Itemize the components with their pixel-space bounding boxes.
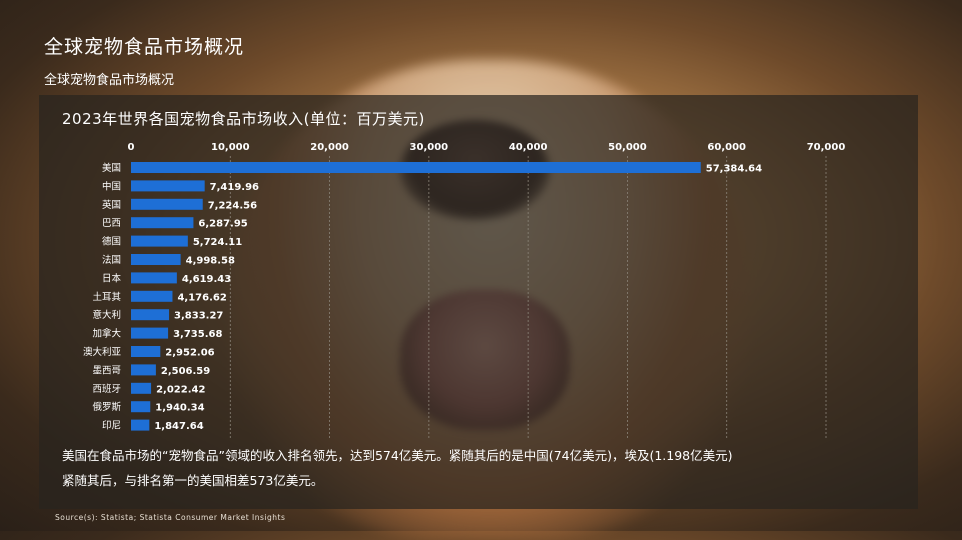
data-label: 7,224.56 bbox=[208, 200, 257, 211]
bar bbox=[131, 217, 194, 229]
bar bbox=[131, 162, 701, 173]
bar bbox=[131, 235, 188, 247]
category-label: 意大利 bbox=[92, 309, 121, 321]
description-line-2: 紧随其后，与排名第一的美国相差573亿美元。 bbox=[62, 473, 324, 488]
x-tick-label: 60,000 bbox=[707, 142, 746, 153]
category-label: 日本 bbox=[102, 272, 122, 284]
bar bbox=[131, 180, 205, 192]
category-label: 土耳其 bbox=[92, 291, 121, 303]
description-line-1: 美国在食品市场的“宠物食品”领域的收入排名领先，达到574亿美元。紧随其后的是中… bbox=[62, 448, 733, 463]
category-label: 英国 bbox=[102, 199, 121, 211]
x-tick-label: 50,000 bbox=[608, 142, 647, 153]
source-note: Source(s): Statista; Statista Consumer M… bbox=[55, 513, 286, 522]
category-label: 巴西 bbox=[102, 218, 121, 229]
x-tick-label: 10,000 bbox=[211, 142, 250, 153]
data-label: 3,735.68 bbox=[173, 329, 222, 340]
category-label: 西班牙 bbox=[92, 383, 121, 395]
bar bbox=[131, 382, 152, 394]
category-label: 印尼 bbox=[102, 420, 121, 432]
data-label: 1,940.34 bbox=[155, 403, 204, 414]
category-label: 澳大利亚 bbox=[83, 346, 122, 358]
bar bbox=[131, 327, 169, 339]
data-label: 6,287.95 bbox=[198, 219, 247, 230]
bar bbox=[131, 401, 151, 413]
data-label: 5,724.11 bbox=[193, 237, 242, 248]
category-label: 加拿大 bbox=[92, 328, 121, 340]
data-label: 1,847.64 bbox=[154, 421, 203, 432]
data-label: 2,506.59 bbox=[161, 366, 210, 377]
bar bbox=[131, 364, 156, 376]
bar bbox=[131, 419, 150, 431]
category-label: 俄罗斯 bbox=[92, 401, 121, 413]
bar bbox=[131, 309, 170, 321]
bar bbox=[131, 254, 181, 265]
data-label: 2,022.42 bbox=[156, 384, 205, 395]
category-label: 中国 bbox=[102, 180, 121, 192]
x-tick-label: 30,000 bbox=[410, 142, 449, 153]
bar bbox=[131, 198, 203, 210]
bar bbox=[131, 272, 177, 284]
data-label: 2,952.06 bbox=[165, 348, 214, 359]
data-label: 4,998.58 bbox=[186, 256, 235, 267]
x-tick-label: 70,000 bbox=[807, 142, 846, 153]
bar bbox=[131, 290, 173, 302]
category-label: 德国 bbox=[102, 236, 121, 248]
data-label: 7,419.96 bbox=[210, 182, 259, 193]
data-label: 4,619.43 bbox=[182, 274, 231, 285]
data-label: 3,833.27 bbox=[174, 311, 223, 322]
x-tick-label: 20,000 bbox=[310, 142, 349, 153]
category-label: 法国 bbox=[102, 254, 121, 266]
bar bbox=[131, 346, 161, 357]
category-label: 墨西哥 bbox=[92, 365, 121, 376]
x-tick-label: 0 bbox=[128, 142, 135, 153]
data-label: 57,384.64 bbox=[706, 164, 762, 175]
category-label: 美国 bbox=[102, 162, 121, 174]
x-tick-label: 40,000 bbox=[509, 142, 548, 153]
data-label: 4,176.62 bbox=[177, 292, 226, 303]
